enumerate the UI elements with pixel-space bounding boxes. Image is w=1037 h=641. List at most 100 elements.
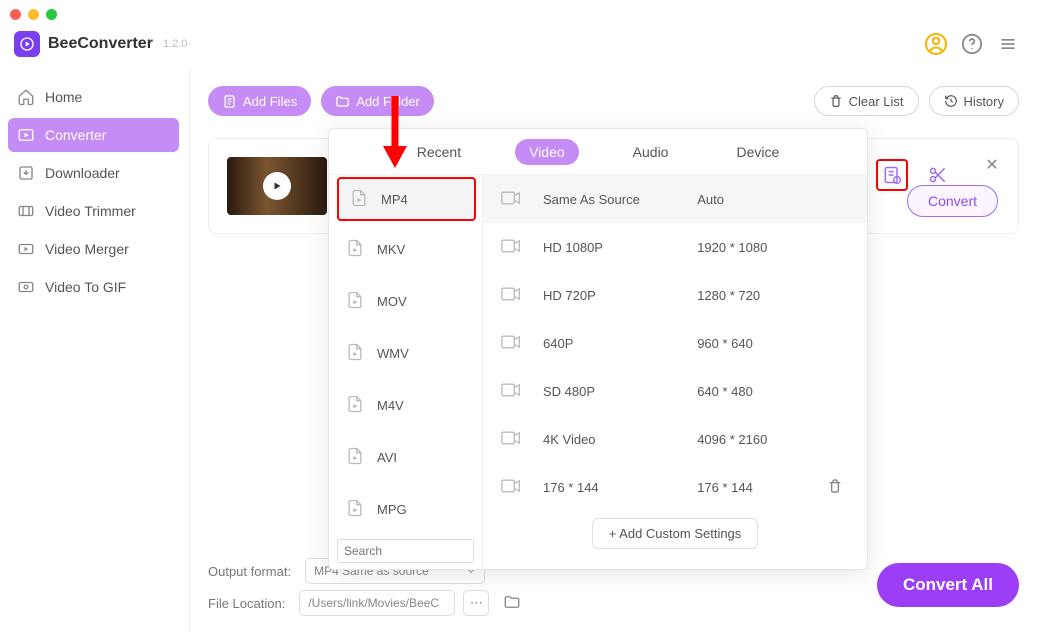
window-minimize-dot[interactable] — [28, 9, 39, 20]
window-traffic-lights — [0, 0, 1037, 20]
sidebar-item-video-merger[interactable]: Video Merger — [8, 232, 179, 266]
resolution-row[interactable]: 4K Video4096 * 2160 — [483, 415, 867, 463]
format-label: AVI — [377, 450, 397, 465]
add-custom-settings-button[interactable]: + Add Custom Settings — [592, 518, 759, 549]
resolution-name: 640P — [543, 336, 689, 351]
format-popup: Recent Video Audio Device MP4 MKV MOV WMV M4… — [328, 128, 868, 570]
resolution-value: Auto — [697, 192, 819, 207]
sidebar-item-video-to-gif[interactable]: Video To GIF — [8, 270, 179, 304]
file-format-icon — [345, 238, 365, 261]
format-label: MP4 — [381, 192, 408, 207]
resolution-row[interactable]: 640P 960 * 640 — [483, 319, 867, 367]
sidebar: Home Converter Downloader Video Trimmer … — [0, 68, 190, 633]
convert-all-button[interactable]: Convert All — [877, 563, 1019, 607]
video-icon — [501, 239, 535, 256]
help-icon[interactable] — [957, 29, 987, 59]
sidebar-item-label: Converter — [45, 127, 106, 143]
sidebar-item-label: Downloader — [45, 165, 120, 181]
tab-video[interactable]: Video — [515, 139, 579, 165]
resolution-value: 640 * 480 — [697, 384, 819, 399]
add-files-button[interactable]: Add Files — [208, 86, 311, 116]
app-version: 1.2.0 — [163, 38, 187, 50]
format-item-wmv[interactable]: WMV — [329, 327, 482, 379]
user-account-icon[interactable] — [921, 29, 951, 59]
tab-audio[interactable]: Audio — [619, 139, 683, 165]
resolution-name: Same As Source — [543, 192, 689, 207]
format-search-input[interactable] — [337, 539, 474, 563]
sidebar-item-label: Video Merger — [45, 241, 129, 257]
open-folder-icon[interactable] — [503, 593, 521, 614]
format-item-m4v[interactable]: M4V — [329, 379, 482, 431]
more-options-button[interactable]: ⋯ — [463, 590, 489, 616]
app-title: BeeConverter — [48, 35, 153, 53]
video-icon — [501, 191, 535, 208]
video-icon — [501, 479, 535, 496]
file-location-field[interactable]: /Users/link/Movies/BeeC — [299, 590, 455, 616]
resolution-row[interactable]: HD 720P 1280 * 720 — [483, 271, 867, 319]
menu-icon[interactable] — [993, 29, 1023, 59]
clear-list-button[interactable]: Clear List — [814, 86, 919, 116]
convert-button[interactable]: Convert — [907, 185, 998, 217]
window-zoom-dot[interactable] — [46, 9, 57, 20]
format-item-mkv[interactable]: MKV — [329, 223, 482, 275]
popup-tabs: Recent Video Audio Device — [329, 129, 867, 175]
resolution-list[interactable]: Same As SourceAutoHD 1080P1920 * 1080HD … — [483, 175, 867, 569]
tab-device[interactable]: Device — [722, 139, 793, 165]
format-label: MPG — [377, 502, 407, 517]
video-thumbnail[interactable] — [227, 157, 327, 215]
video-icon — [501, 383, 535, 400]
resolution-row[interactable]: Same As Source Auto — [483, 175, 867, 223]
resolution-name: HD 1080P — [543, 240, 689, 255]
sidebar-item-converter[interactable]: Converter — [8, 118, 179, 152]
format-item-avi[interactable]: AVI — [329, 431, 482, 483]
resolution-name: SD 480P — [543, 384, 689, 399]
format-list[interactable]: MP4 MKV MOV WMV M4V AVI MPG — [329, 175, 483, 569]
clear-list-label: Clear List — [849, 94, 904, 109]
file-format-icon — [345, 446, 365, 469]
file-format-icon — [345, 342, 365, 365]
format-settings-icon[interactable] — [876, 159, 908, 191]
sidebar-item-home[interactable]: Home — [8, 80, 179, 114]
sidebar-item-video-trimmer[interactable]: Video Trimmer — [8, 194, 179, 228]
history-label: History — [964, 94, 1004, 109]
sidebar-item-label: Home — [45, 89, 82, 105]
resolution-value: 1280 * 720 — [697, 288, 819, 303]
delete-icon[interactable] — [827, 478, 849, 497]
format-label: M4V — [377, 398, 404, 413]
file-format-icon — [345, 498, 365, 521]
resolution-row[interactable]: SD 480P 640 * 480 — [483, 367, 867, 415]
sidebar-item-label: Video To GIF — [45, 279, 126, 295]
file-format-icon — [345, 394, 365, 417]
window-close-dot[interactable] — [10, 9, 21, 20]
file-format-icon — [345, 290, 365, 313]
sidebar-item-label: Video Trimmer — [45, 203, 136, 219]
history-button[interactable]: History — [929, 86, 1019, 116]
resolution-row[interactable]: HD 1080P 1920 * 1080 — [483, 223, 867, 271]
output-format-label: Output format: — [208, 564, 291, 579]
resolution-value: 960 * 640 — [697, 336, 819, 351]
format-item-mov[interactable]: MOV — [329, 275, 482, 327]
format-item-mpg[interactable]: MPG — [329, 483, 482, 535]
resolution-row[interactable]: 176 * 144176 * 144 — [483, 463, 867, 511]
resolution-name: HD 720P — [543, 288, 689, 303]
add-folder-button[interactable]: Add Folder — [321, 86, 434, 116]
add-files-label: Add Files — [243, 94, 297, 109]
sidebar-item-downloader[interactable]: Downloader — [8, 156, 179, 190]
app-bar: BeeConverter 1.2.0 — [0, 20, 1037, 68]
add-folder-label: Add Folder — [356, 94, 420, 109]
convert-label: Convert — [928, 193, 977, 209]
file-location-label: File Location: — [208, 596, 285, 611]
file-location-value: /Users/link/Movies/BeeC — [308, 596, 439, 610]
format-label: MKV — [377, 242, 405, 257]
format-label: WMV — [377, 346, 409, 361]
format-label: MOV — [377, 294, 407, 309]
format-item-mp4[interactable]: MP4 — [337, 177, 476, 221]
resolution-value: 1920 * 1080 — [697, 240, 819, 255]
tab-recent[interactable]: Recent — [403, 139, 475, 165]
app-logo — [14, 31, 40, 57]
toolbar: Add Files Add Folder Clear List History — [208, 86, 1019, 116]
video-icon — [501, 431, 535, 448]
file-format-icon — [349, 188, 369, 211]
close-icon[interactable]: ✕ — [982, 155, 1002, 175]
convert-all-label: Convert All — [903, 575, 993, 594]
